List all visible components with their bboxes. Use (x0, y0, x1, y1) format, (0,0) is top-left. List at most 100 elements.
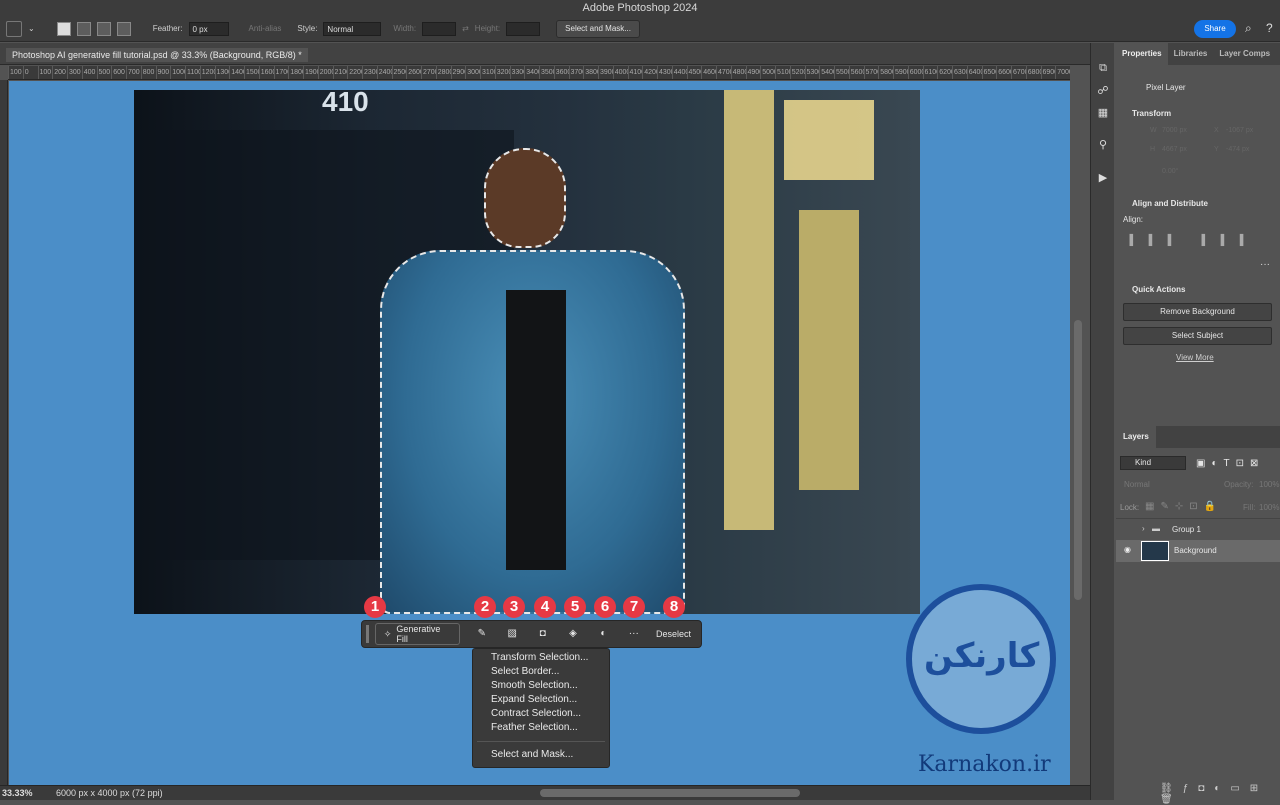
chevron-right-icon[interactable]: › (1142, 524, 1145, 533)
opacity-value[interactable]: 100% (1259, 480, 1280, 489)
ruler-tick: 6200 (937, 66, 952, 79)
history-icon[interactable]: ⧉ (1096, 61, 1110, 75)
ruler-tick: 2200 (347, 66, 362, 79)
eye-icon[interactable]: ◉ (1124, 545, 1131, 554)
help-icon[interactable]: ? (1266, 21, 1280, 35)
swatches-icon[interactable]: ▦ (1096, 106, 1110, 120)
selected-person-head[interactable] (484, 148, 566, 248)
width-label: Width: (393, 24, 417, 33)
lock-icons[interactable]: ▦✎⊹⊡🔒 (1145, 501, 1235, 512)
transform-heading[interactable]: Transform (1116, 109, 1187, 118)
window-title: Adobe Photoshop 2024 (0, 0, 1280, 16)
panel-icon-strip: ⧉ ☍ ▦ ⚲ ▶ (1090, 43, 1114, 800)
horizontal-scrollbar[interactable] (540, 789, 800, 797)
ruler-tick: 5300 (804, 66, 819, 79)
ruler-tick: 6300 (952, 66, 967, 79)
menu-item-feather[interactable]: Feather Selection... (473, 721, 609, 735)
tab-properties[interactable]: Properties (1116, 43, 1168, 65)
select-and-mask-button[interactable]: Select and Mask... (556, 19, 640, 38)
fill-value[interactable]: 100% (1259, 503, 1280, 512)
ruler-tick: 4300 (657, 66, 672, 79)
drag-handle[interactable] (366, 625, 369, 643)
subtract-selection-icon[interactable] (96, 21, 111, 36)
tab-layer-comps[interactable]: Layer Comps (1213, 43, 1276, 65)
modify-selection-icon[interactable]: ✎ (468, 623, 496, 645)
select-and-mask-icon[interactable]: ▧ (498, 623, 526, 645)
generative-fill-button[interactable]: ✧ Generative Fill (374, 623, 460, 645)
menu-item-border[interactable]: Select Border... (473, 665, 609, 679)
y-label: Y (1214, 146, 1219, 153)
layer-footer-icons[interactable]: ⛓ƒ◘◐▭⊞🗑 (1160, 783, 1280, 805)
menu-item-transform[interactable]: Transform Selection... (473, 651, 609, 665)
document-tab[interactable]: Photoshop AI generative fill tutorial.ps… (6, 48, 308, 62)
play-actions-icon[interactable]: ▶ (1096, 171, 1110, 185)
ruler-tick: 5000 (760, 66, 775, 79)
y-value[interactable]: -474 px (1226, 146, 1249, 153)
swap-icon[interactable]: ⇄ (462, 24, 469, 33)
align-icons[interactable]: ▐▐▐ ▐▐▐ (1126, 235, 1255, 246)
ruler-tick: 5500 (834, 66, 849, 79)
more-align-icon[interactable]: ··· (1260, 259, 1270, 270)
intersect-selection-icon[interactable] (116, 21, 131, 36)
document-tab-bar: Photoshop AI generative fill tutorial.ps… (0, 43, 1090, 65)
fill-selection-icon[interactable]: ◈ (559, 623, 587, 645)
kind-filter[interactable]: Kind (1120, 456, 1186, 470)
ruler-tick: 600 (111, 66, 126, 79)
ruler-tick: 5600 (848, 66, 864, 79)
quick-actions-heading[interactable]: Quick Actions (1116, 285, 1202, 294)
antialias-checkbox[interactable]: Anti-alias (249, 24, 282, 33)
background-name: Background (1174, 546, 1217, 555)
layer-filter-icons[interactable]: ▣◐T⊡⊠ (1196, 458, 1280, 469)
style-select[interactable]: Normal (323, 21, 382, 36)
layer-row-group[interactable]: › ▬ Group 1 (1116, 518, 1280, 540)
h-value[interactable]: 4667 px (1162, 146, 1187, 153)
brush-panel-icon[interactable]: ⚲ (1096, 138, 1110, 152)
ruler-tick: 4900 (745, 66, 760, 79)
tab-libraries[interactable]: Libraries (1168, 43, 1214, 65)
angle-value[interactable]: 0.00° (1162, 168, 1178, 175)
ruler-tick: 100 (37, 66, 53, 79)
ruler-tick: 6100 (922, 66, 937, 79)
share-button[interactable]: Share (1194, 20, 1236, 38)
ruler-tick: 1400 (229, 66, 244, 79)
view-more-link[interactable]: View More (1176, 353, 1214, 362)
more-options-icon[interactable]: ··· (620, 623, 648, 645)
menu-item-select-and-mask[interactable]: Select and Mask... (473, 748, 609, 762)
layer-row-background[interactable]: ◉ Background (1116, 540, 1280, 562)
vertical-scrollbar[interactable] (1074, 320, 1082, 600)
feather-input[interactable]: 0 px (188, 21, 229, 36)
photo[interactable]: 410 (134, 90, 920, 614)
create-mask-icon[interactable]: ◘ (528, 623, 556, 645)
marquee-tool-icon[interactable] (6, 20, 22, 37)
ruler-tick: 5900 (893, 66, 908, 79)
width-input[interactable] (422, 21, 457, 36)
vertical-ruler (0, 80, 8, 785)
align-distribute-heading[interactable]: Align and Distribute (1116, 199, 1224, 208)
deselect-button[interactable]: Deselect (650, 629, 697, 639)
height-input[interactable] (506, 21, 541, 36)
zoom-level[interactable]: 33.33% (2, 788, 33, 798)
add-selection-icon[interactable] (76, 21, 91, 36)
menu-item-contract[interactable]: Contract Selection... (473, 707, 609, 721)
remove-background-button[interactable]: Remove Background (1123, 303, 1272, 321)
ruler-tick: 800 (140, 66, 156, 79)
ruler-tick: 6800 (1025, 66, 1041, 79)
search-icon[interactable]: ⌕ (1245, 21, 1259, 35)
window-light (784, 100, 874, 180)
new-selection-icon[interactable] (56, 21, 71, 36)
menu-item-expand[interactable]: Expand Selection... (473, 693, 609, 707)
adjustment-layer-icon[interactable]: ◐ (589, 623, 617, 645)
generative-fill-label: Generative Fill (396, 624, 441, 644)
layers-icon[interactable]: ☍ (1096, 84, 1110, 98)
ruler-tick: 4400 (671, 66, 687, 79)
chevron-down-icon[interactable]: ⌄ (28, 24, 35, 33)
ruler-tick: 3700 (568, 66, 583, 79)
x-value[interactable]: -1067 px (1226, 127, 1253, 134)
ruler-tick: 2500 (391, 66, 406, 79)
ruler-tick: 1200 (199, 66, 215, 79)
menu-item-smooth[interactable]: Smooth Selection... (473, 679, 609, 693)
tab-layers[interactable]: Layers (1116, 426, 1156, 448)
w-value[interactable]: 7000 px (1162, 127, 1187, 134)
select-subject-button[interactable]: Select Subject (1123, 327, 1272, 345)
ruler-tick: 6600 (996, 66, 1011, 79)
